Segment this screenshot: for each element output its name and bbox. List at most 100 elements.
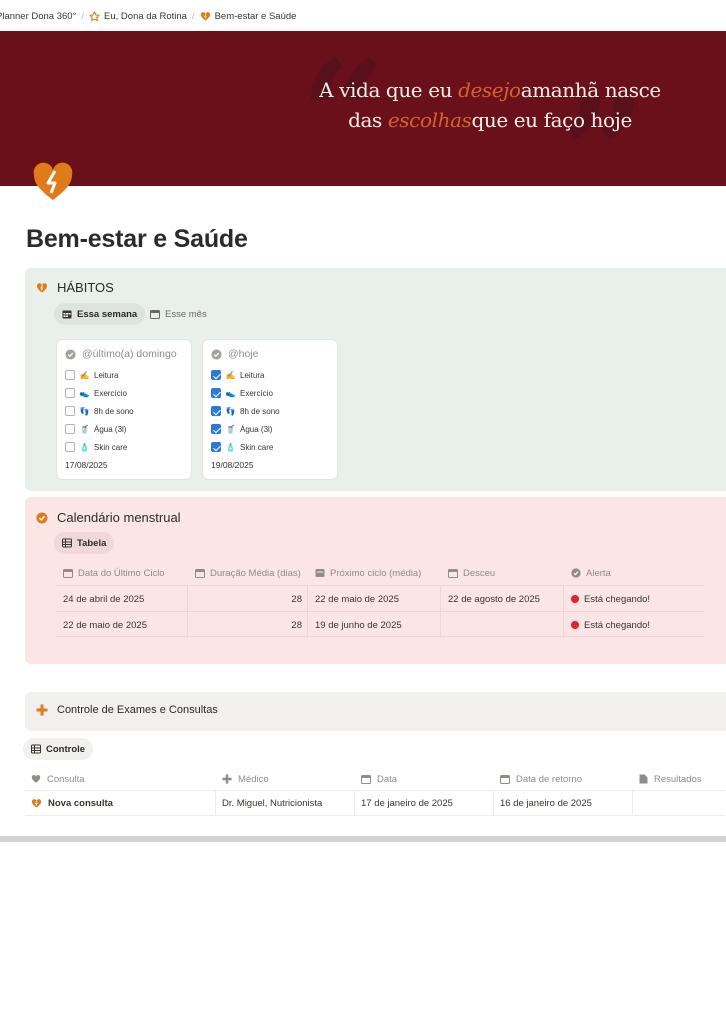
checkbox-checked[interactable]	[211, 388, 221, 398]
col-data-ultimo-ciclo[interactable]: Data do Último Ciclo	[56, 561, 188, 585]
breadcrumb: Planner Dona 360° / Eu, Dona da Rotina /…	[0, 0, 726, 32]
col-proximo-ciclo[interactable]: Próximo ciclo (média)	[308, 561, 441, 585]
menstrual-title: Calendário menstrual	[57, 510, 181, 525]
habit-label: Leitura	[240, 370, 265, 380]
writing-hand-icon: ✍	[225, 370, 236, 380]
habit-item-skincare[interactable]: 🧴 Skin care	[65, 438, 183, 456]
col-consulta[interactable]: Consulta	[25, 768, 216, 790]
check-circle-icon	[571, 568, 581, 578]
table-row[interactable]: Nova consulta Dr. Miguel, Nutricionista …	[25, 790, 725, 816]
consulta-label: Nova consulta	[48, 797, 113, 809]
habit-card-title: @último(a) domingo	[82, 348, 177, 360]
habit-card-domingo[interactable]: @último(a) domingo ✍ Leitura 👟 Exercício 👣…	[56, 339, 192, 480]
tab-label: Tabela	[77, 537, 107, 549]
check-circle-icon	[211, 348, 222, 360]
cell-desceu[interactable]	[441, 612, 564, 638]
checkbox[interactable]	[65, 370, 75, 380]
tab-esse-mes[interactable]: Esse mês	[142, 303, 215, 325]
cell-duracao[interactable]: 28	[188, 586, 308, 612]
col-desceu[interactable]: Desceu	[441, 561, 564, 585]
col-alerta[interactable]: Alerta	[564, 561, 704, 585]
cell-alerta[interactable]: Está chegando!	[564, 612, 704, 638]
footprints-icon: 👣	[79, 406, 90, 416]
check-circle-icon	[65, 348, 76, 360]
cell-medico[interactable]: Dr. Miguel, Nutricionista	[216, 791, 355, 815]
cell-proximo[interactable]: 19 de junho de 2025	[308, 612, 441, 638]
alert-dot-icon	[571, 595, 579, 603]
habits-header: HÁBITOS	[36, 280, 114, 295]
breadcrumb-item-eu[interactable]: Eu, Dona da Rotina	[89, 11, 187, 22]
alert-label: Está chegando!	[584, 619, 651, 631]
heart-icon	[36, 282, 48, 294]
breadcrumb-item-planner[interactable]: Planner Dona 360°	[0, 11, 76, 22]
cover-banner: “ ” A vida que eu desejoamanhã nasce das…	[0, 31, 726, 186]
habit-item-agua[interactable]: 🥤 Água (3l)	[65, 420, 183, 438]
column-label: Resultados	[654, 773, 702, 785]
column-label: Próximo ciclo (média)	[330, 567, 422, 579]
breadcrumb-separator: /	[191, 10, 195, 22]
cup-icon: 🥤	[79, 424, 90, 434]
calendar-grid-icon	[62, 309, 72, 319]
table-row[interactable]: 22 de maio de 2025 28 19 de junho de 202…	[56, 611, 704, 638]
checkbox[interactable]	[65, 424, 75, 434]
col-resultados[interactable]: Resultados	[633, 768, 725, 790]
heart-bolt-icon[interactable]	[31, 160, 75, 204]
tab-controle[interactable]: Controle	[23, 738, 94, 760]
habit-card-header: @hoje	[211, 348, 329, 360]
checkbox-checked[interactable]	[211, 406, 221, 416]
checkbox-checked[interactable]	[211, 442, 221, 452]
cell-data[interactable]: 17 de janeiro de 2025	[355, 791, 494, 815]
breadcrumb-label: Bem-estar e Saúde	[214, 10, 297, 22]
menstrual-table-header: Data do Último Ciclo Duração Média (dias…	[56, 561, 704, 585]
habit-item-exercicio[interactable]: 👟 Exercício	[65, 384, 183, 402]
cell-data[interactable]: 22 de maio de 2025	[56, 612, 188, 638]
calendar-icon	[150, 309, 160, 319]
habit-card-hoje[interactable]: @hoje ✍ Leitura 👟 Exercício 👣 8h de sono 🥤 Á…	[202, 339, 338, 480]
checkbox[interactable]	[65, 406, 75, 416]
habit-label: Skin care	[240, 442, 274, 452]
habit-card-title: @hoje	[228, 348, 259, 360]
cover-text-part: amanhã nasce	[520, 78, 662, 102]
checkbox-checked[interactable]	[211, 424, 221, 434]
calendar-icon	[195, 568, 205, 578]
checkbox[interactable]	[65, 442, 75, 452]
lotion-icon: 🧴	[225, 442, 236, 452]
col-duracao[interactable]: Duração Média (dias)	[188, 561, 308, 585]
cover-highlight: escolhas	[387, 108, 472, 132]
check-circle-icon	[36, 512, 48, 524]
habits-section: HÁBITOS Essa semana Esse mês @último(a) …	[25, 268, 726, 491]
col-data-retorno[interactable]: Data de retorno	[494, 768, 633, 790]
cell-resultados[interactable]	[633, 791, 725, 815]
breadcrumb-item-bem-estar[interactable]: Bem-estar e Saúde	[200, 10, 297, 22]
habit-item-agua[interactable]: 🥤 Água (3l)	[211, 420, 329, 438]
calendar-formula-icon	[315, 568, 325, 578]
habit-item-sono[interactable]: 👣 8h de sono	[211, 402, 329, 420]
cell-duracao[interactable]: 28	[188, 612, 308, 638]
tab-tabela[interactable]: Tabela	[54, 532, 115, 554]
heart-icon	[200, 11, 211, 22]
cell-alerta[interactable]: Está chegando!	[564, 586, 704, 612]
col-medico[interactable]: Médico	[216, 768, 355, 790]
cell-consulta[interactable]: Nova consulta	[25, 791, 216, 815]
checkbox-checked[interactable]	[211, 370, 221, 380]
exams-toggle[interactable]: Controle de Exames e Consultas	[25, 692, 726, 731]
table-row[interactable]: 24 de abril de 2025 28 22 de maio de 202…	[56, 585, 704, 612]
horizontal-scrollbar[interactable]	[0, 836, 726, 842]
cell-data[interactable]: 24 de abril de 2025	[56, 586, 188, 612]
cell-desceu[interactable]: 22 de agosto de 2025	[441, 586, 564, 612]
cell-proximo[interactable]: 22 de maio de 2025	[308, 586, 441, 612]
calendar-icon	[448, 568, 458, 578]
habit-item-leitura[interactable]: ✍ Leitura	[65, 366, 183, 384]
habit-item-sono[interactable]: 👣 8h de sono	[65, 402, 183, 420]
cell-data-retorno[interactable]: 16 de janeiro de 2025	[494, 791, 633, 815]
checkbox[interactable]	[65, 388, 75, 398]
habits-title: HÁBITOS	[57, 280, 114, 295]
cup-icon: 🥤	[225, 424, 236, 434]
tab-essa-semana[interactable]: Essa semana	[54, 303, 146, 325]
breadcrumb-separator: /	[81, 10, 85, 22]
cover-text-part: das	[348, 108, 382, 132]
habit-item-skincare[interactable]: 🧴 Skin care	[211, 438, 329, 456]
col-data[interactable]: Data	[355, 768, 494, 790]
habit-item-leitura[interactable]: ✍ Leitura	[211, 366, 329, 384]
habit-item-exercicio[interactable]: 👟 Exercício	[211, 384, 329, 402]
